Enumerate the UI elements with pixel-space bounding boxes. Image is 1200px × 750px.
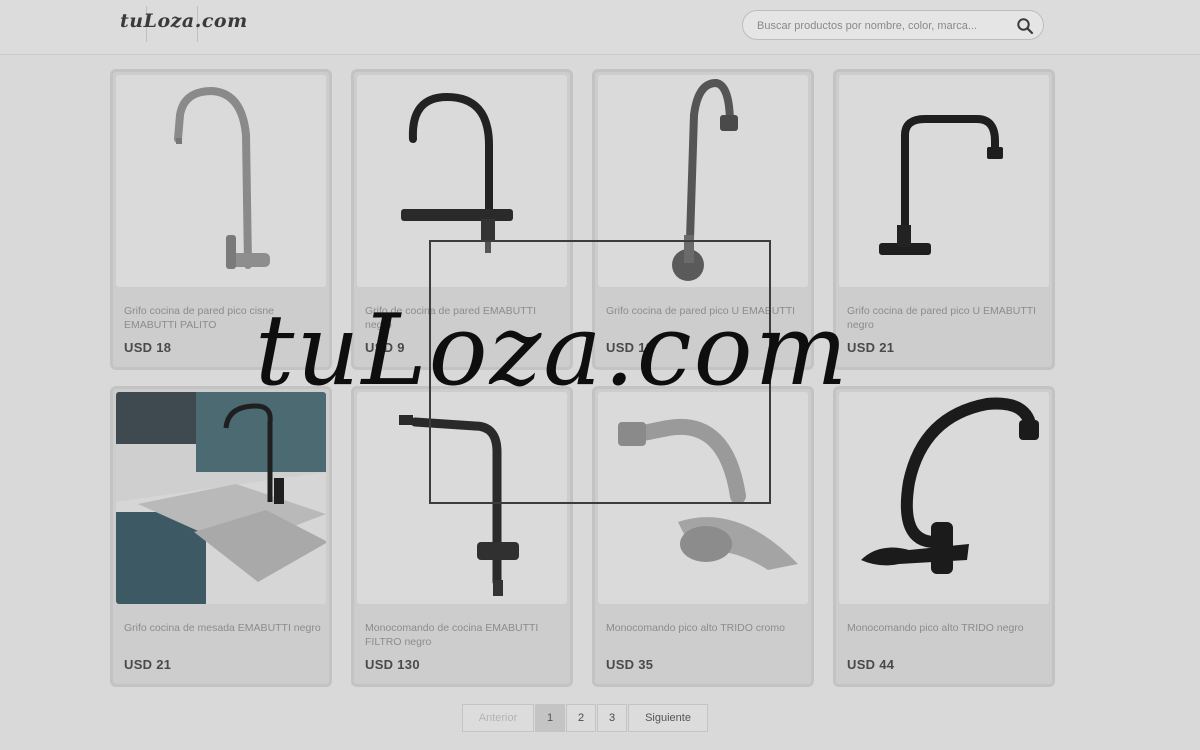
product-image-faucet	[598, 75, 808, 287]
product-card[interactable]: Grifo cocina de pared pico U EMABUTTI ne…	[833, 69, 1055, 370]
product-card[interactable]: Grifo cocina de pared pico cisne EMABUTT…	[110, 69, 332, 370]
product-image-faucet	[839, 75, 1049, 287]
product-price: USD 18	[124, 340, 172, 355]
page-button-1[interactable]: 1	[535, 704, 565, 732]
product-name: Grifo cocina de pared pico U EMABUTTI	[606, 305, 796, 317]
product-name: Monocomando pico alto TRIDO cromo	[606, 622, 785, 634]
product-card[interactable]: Monocomando pico alto TRIDO cromo USD 35	[592, 386, 814, 687]
search-bar	[742, 10, 1044, 40]
product-price: USD 18	[606, 340, 654, 355]
site-header: tuLoza.com	[0, 0, 1200, 55]
product-name: Monocomando pico alto TRIDO negro	[847, 622, 1024, 634]
product-price: USD 35	[606, 657, 654, 672]
search-input[interactable]	[755, 16, 1009, 36]
product-name: Monocomando de cocina EMABUTTI FILTRO ne…	[365, 622, 539, 648]
product-image-faucet	[357, 392, 567, 604]
site-logo[interactable]: tuLoza.com	[120, 10, 248, 32]
product-card[interactable]: Monocomando pico alto TRIDO negro USD 44	[833, 386, 1055, 687]
product-name: Grifo cocina de pared pico cisne EMABUTT…	[124, 305, 274, 331]
product-grid: Grifo cocina de pared pico cisne EMABUTT…	[110, 69, 1056, 687]
product-name: Grifo cocina de mesada EMABUTTI negro	[124, 622, 321, 634]
page-button-2[interactable]: 2	[566, 704, 596, 732]
product-price: USD 44	[847, 657, 895, 672]
product-image-faucet	[839, 392, 1049, 604]
search-icon[interactable]	[1016, 17, 1034, 35]
product-image-sink	[116, 392, 326, 604]
product-name: Grifo cocina de pared pico U EMABUTTI ne…	[847, 305, 1037, 331]
product-card[interactable]: Grifo cocina de mesada EMABUTTI negro US…	[110, 386, 332, 687]
product-card[interactable]: Monocomando de cocina EMABUTTI FILTRO ne…	[351, 386, 573, 687]
product-card[interactable]: Grifo de cocina de pared EMABUTTI negro …	[351, 69, 573, 370]
product-image-faucet	[116, 75, 326, 287]
next-page-button[interactable]: Siguiente	[628, 704, 708, 732]
product-card[interactable]: Grifo cocina de pared pico U EMABUTTI US…	[592, 69, 814, 370]
prev-page-button[interactable]: Anterior	[462, 704, 534, 732]
product-image-mixer	[598, 392, 808, 604]
product-image-faucet	[357, 75, 567, 287]
pagination: Anterior 1 2 3 Siguiente	[462, 704, 708, 732]
product-price: USD 21	[847, 340, 895, 355]
product-price: USD 9	[365, 340, 405, 355]
product-price: USD 130	[365, 657, 420, 672]
page-button-3[interactable]: 3	[597, 704, 627, 732]
product-price: USD 21	[124, 657, 172, 672]
product-name: Grifo de cocina de pared EMABUTTI negro	[365, 305, 536, 331]
